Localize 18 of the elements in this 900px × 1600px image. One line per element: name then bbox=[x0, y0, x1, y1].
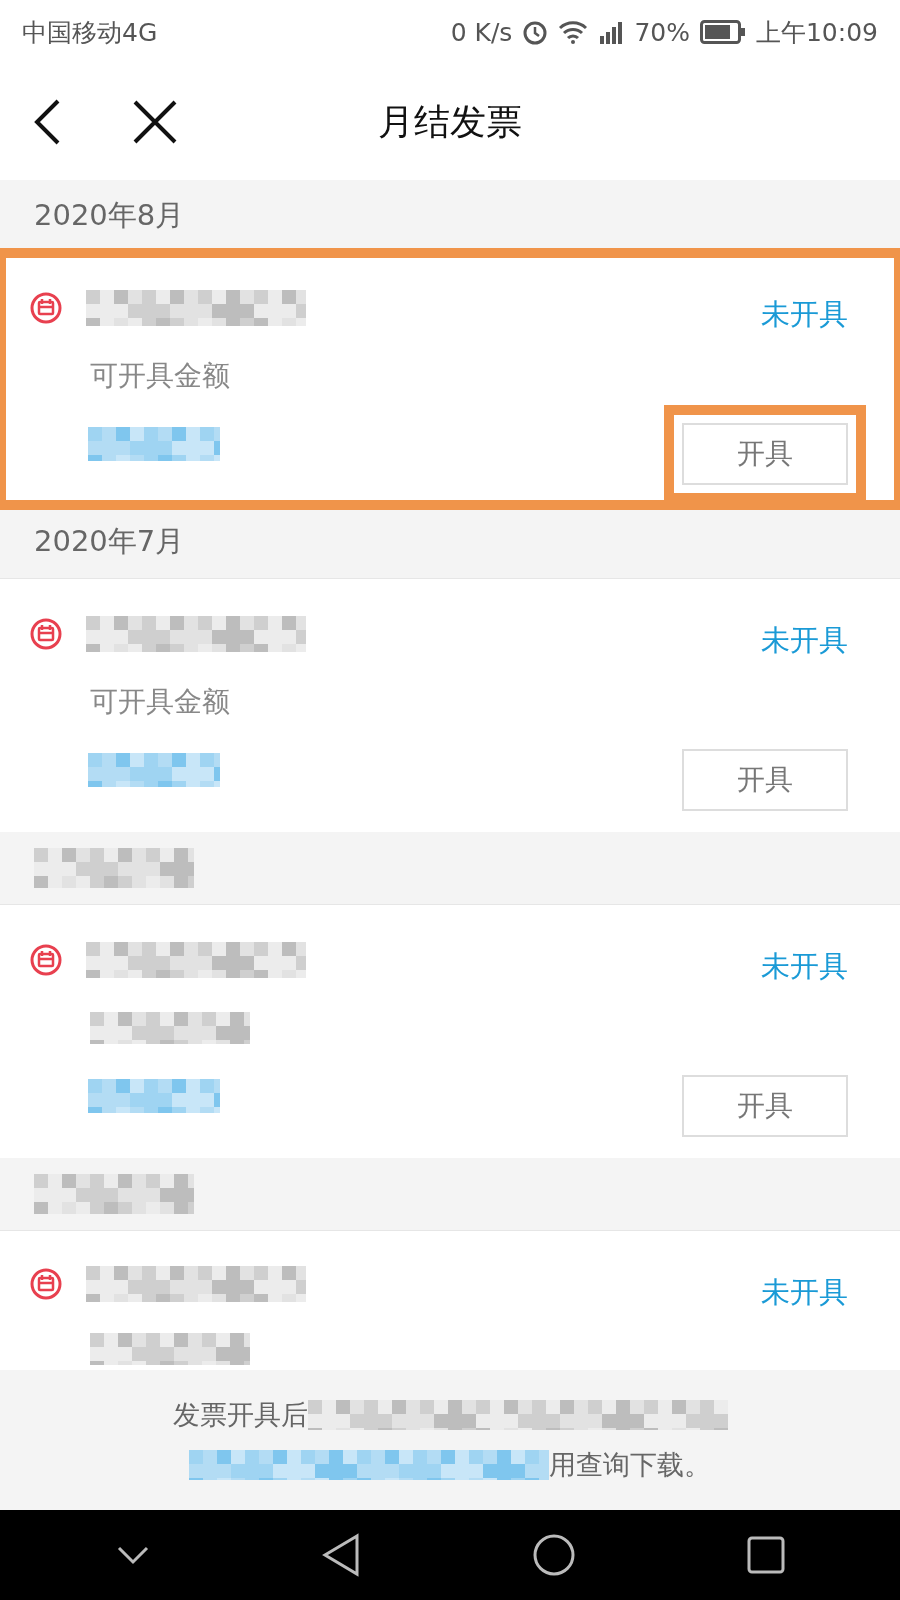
footer-note: 发票开具后 bbox=[172, 1398, 308, 1432]
month-heading: 2020年8月 bbox=[34, 197, 185, 234]
invoice-status: 未开具 bbox=[761, 948, 848, 985]
issue-button[interactable]: 开具 bbox=[682, 1075, 848, 1137]
network-speed: 0 K/s bbox=[450, 17, 513, 47]
issue-button[interactable]: 开具 bbox=[682, 423, 848, 485]
invoice-status: 未开具 bbox=[761, 1274, 848, 1311]
battery-percent: 70% bbox=[634, 17, 690, 47]
invoice-status: 未开具 bbox=[761, 622, 848, 659]
page-title: 月结发票 bbox=[378, 99, 522, 144]
month-heading: 2020年7月 bbox=[34, 523, 185, 560]
invoice-status: 未开具 bbox=[761, 296, 848, 333]
amount-label: 可开具金额 bbox=[90, 684, 230, 720]
carrier-text: 中国移动4G bbox=[22, 16, 158, 49]
issue-button[interactable]: 开具 bbox=[682, 749, 848, 811]
footer-note: 用查询下载。 bbox=[549, 1448, 711, 1482]
amount-label: 可开具金额 bbox=[90, 358, 230, 394]
clock-time: 上午10:09 bbox=[755, 16, 878, 49]
